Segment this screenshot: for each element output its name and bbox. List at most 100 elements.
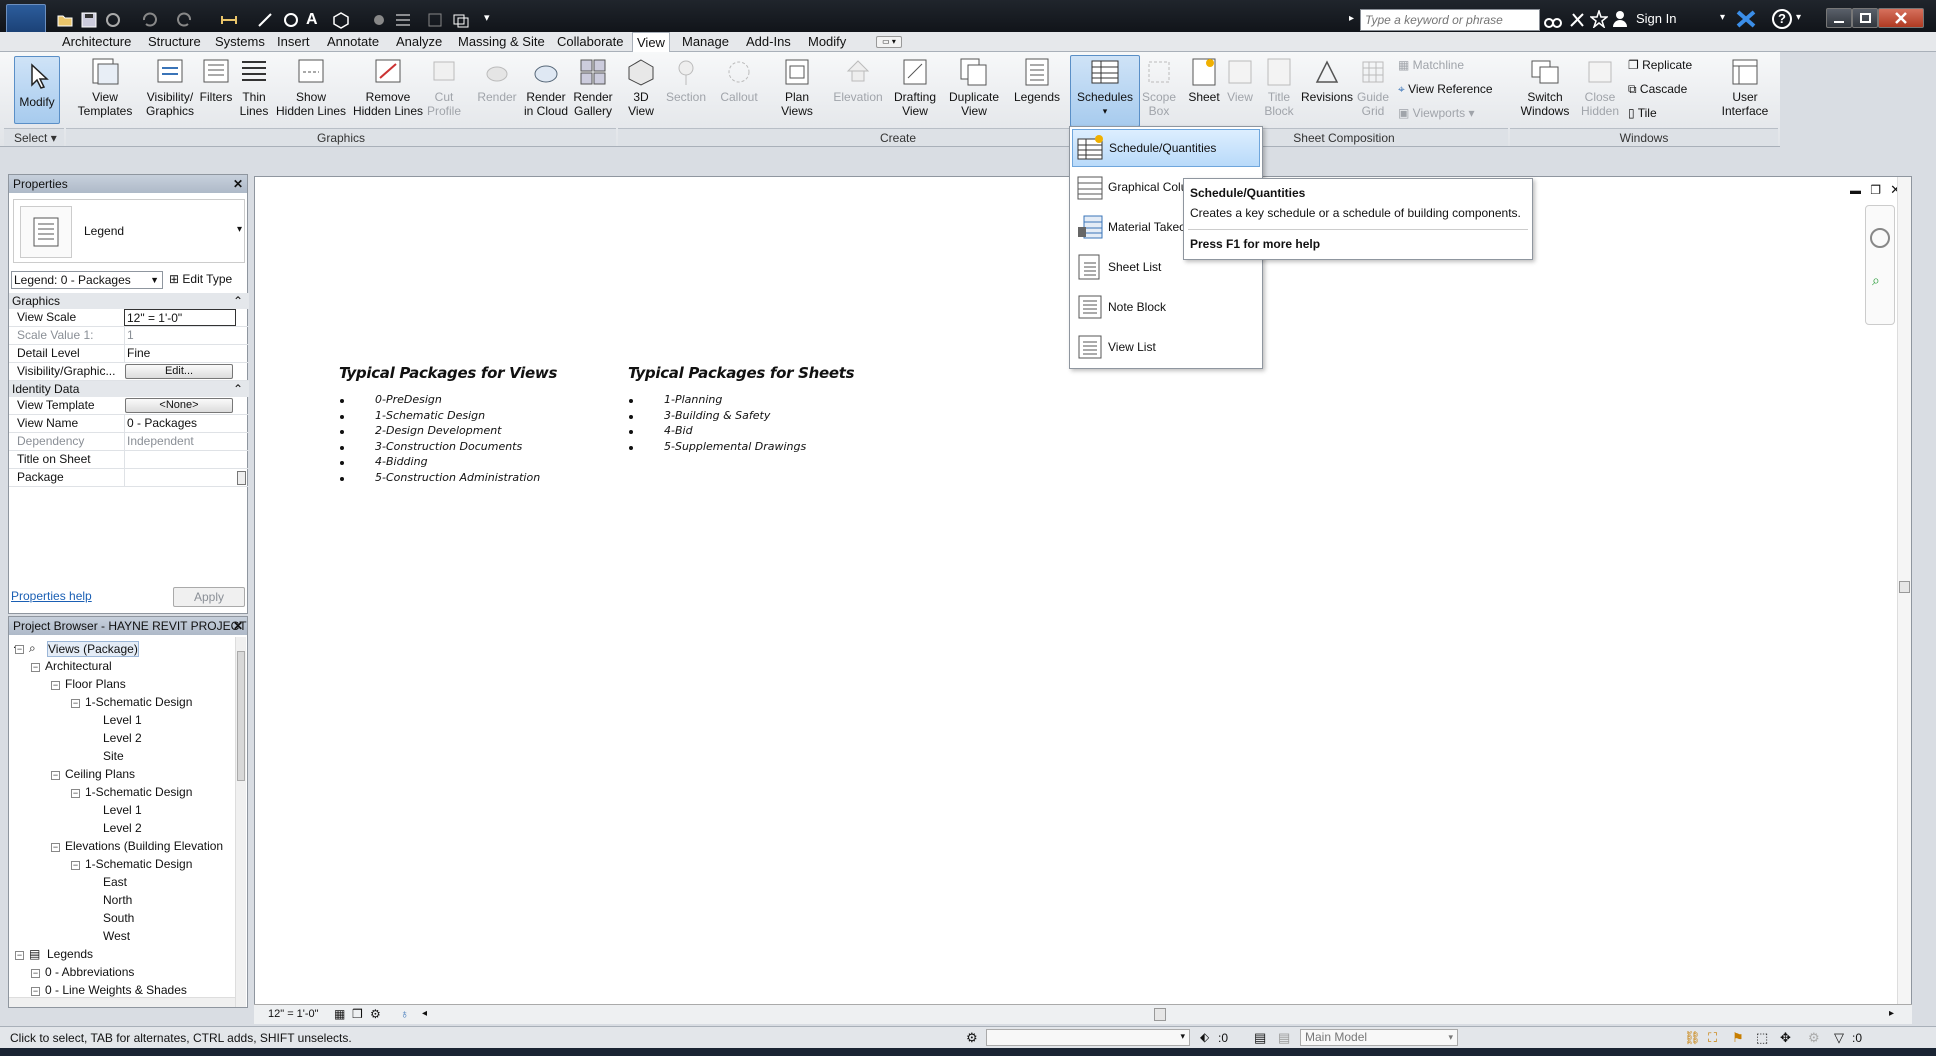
callout-button[interactable]: Callout	[716, 56, 762, 104]
worksets-icon[interactable]: ⚙	[966, 1030, 978, 1046]
select-by-face-icon[interactable]: ⬚	[1756, 1030, 1768, 1046]
canvas-vscroll-thumb[interactable]	[1899, 581, 1910, 593]
tree-toggle[interactable]: −	[71, 861, 80, 870]
tab-structure[interactable]: Structure	[144, 32, 205, 52]
legends-button[interactable]: Legends	[1014, 56, 1060, 104]
section-icon[interactable]	[370, 11, 388, 29]
tree-toggle[interactable]: −	[31, 987, 40, 996]
tab-analyze[interactable]: Analyze	[392, 32, 446, 52]
select-underlay-icon[interactable]: ⛶	[1708, 1030, 1717, 1046]
tree-toggle[interactable]: −	[31, 663, 40, 672]
drafting-view-button[interactable]: Drafting View	[890, 56, 940, 118]
redo-icon[interactable]	[176, 11, 194, 29]
tab-insert[interactable]: Insert	[273, 32, 314, 52]
chevron-down-icon[interactable]: ▾	[1720, 12, 1725, 23]
view-scale-control[interactable]: 12" = 1'-0"	[268, 1008, 319, 1020]
viewports-button[interactable]: ▣ Viewports ▾	[1398, 106, 1475, 120]
measure-icon[interactable]	[220, 11, 238, 29]
sheet-button[interactable]: Sheet	[1184, 56, 1224, 104]
matchline-button[interactable]: ▦ Matchline	[1398, 58, 1464, 72]
visual-style-icon[interactable]: ❒	[352, 1007, 363, 1021]
prop-detail-level[interactable]: Detail Level Fine	[9, 345, 249, 363]
close-icon[interactable]: ✕	[233, 175, 243, 193]
search-input[interactable]	[1360, 9, 1540, 31]
qat-customize-icon[interactable]: ▾	[484, 11, 502, 29]
browser-node[interactable]: Level 1	[103, 713, 142, 727]
select-pinned-icon[interactable]: ⚑	[1732, 1030, 1744, 1046]
canvas-hscroll-thumb[interactable]	[1154, 1008, 1166, 1021]
browser-node[interactable]: Level 1	[103, 803, 142, 817]
favorites-star-icon[interactable]	[1590, 10, 1608, 28]
browser-node[interactable]: Views (Package)	[47, 641, 139, 657]
thin-lines-button[interactable]: Thin Lines	[236, 56, 272, 118]
tree-toggle[interactable]: −	[51, 843, 60, 852]
background-process-icon[interactable]: ⚙	[1808, 1030, 1820, 1046]
guide-grid-button[interactable]: Guide Grid	[1354, 56, 1392, 118]
view-minimize-icon[interactable]: ▬	[1850, 185, 1861, 197]
edit-type-button[interactable]: ⊞ Edit Type	[169, 271, 245, 289]
workset-selector[interactable]: ▾	[986, 1029, 1190, 1046]
browser-node[interactable]: Ceiling Plans	[65, 767, 135, 781]
filters-button[interactable]: Filters	[196, 56, 236, 104]
tree-toggle[interactable]: −	[31, 969, 40, 978]
scroll-right-icon[interactable]: ▸	[1889, 1008, 1894, 1019]
browser-node[interactable]: 1-Schematic Design	[85, 695, 192, 709]
3d-view-icon[interactable]	[332, 11, 350, 29]
browser-node[interactable]: Level 2	[103, 731, 142, 745]
3d-view-button[interactable]: 3D View	[624, 56, 658, 118]
save-icon[interactable]	[80, 11, 98, 29]
select-panel-label[interactable]: Select ▾	[4, 128, 64, 146]
thin-lines-icon[interactable]	[394, 11, 412, 29]
detail-level-icon[interactable]: ▦	[334, 1007, 345, 1021]
filter-icon[interactable]: ▽	[1834, 1030, 1844, 1046]
replicate-button[interactable]: ❐ Replicate	[1628, 58, 1692, 72]
render-button[interactable]: Render	[476, 56, 518, 104]
open-icon[interactable]	[56, 11, 74, 29]
menu-note-block[interactable]: Note Block	[1072, 289, 1260, 327]
browser-node[interactable]: West	[103, 929, 130, 943]
zoom-icon[interactable]: ⌕	[1872, 272, 1888, 288]
prop-view-name[interactable]: View Name 0 - Packages	[9, 415, 249, 433]
group-identity-data[interactable]: Identity Data ⌃	[9, 381, 249, 397]
prop-package[interactable]: Package	[9, 469, 249, 487]
close-hidden-button[interactable]: Close Hidden	[1576, 56, 1624, 118]
render-in-cloud-button[interactable]: Render in Cloud	[522, 56, 570, 118]
exchange-x-icon[interactable]	[1736, 10, 1756, 28]
view-reference-button[interactable]: ⌖ View Reference	[1398, 82, 1493, 97]
canvas-vscrollbar[interactable]	[1897, 177, 1911, 1005]
tab-manage[interactable]: Manage	[678, 32, 733, 52]
view-templates-button[interactable]: View Templates	[76, 56, 134, 118]
view-restore-icon[interactable]: ❐	[1870, 183, 1881, 197]
browser-node[interactable]: North	[103, 893, 132, 907]
show-hidden-lines-button[interactable]: Show Hidden Lines	[276, 56, 346, 118]
browser-node[interactable]: Elevations (Building Elevation	[65, 839, 223, 853]
prop-title-on-sheet[interactable]: Title on Sheet	[9, 451, 249, 469]
schedules-button[interactable]: Schedules ▾	[1070, 55, 1140, 127]
ribbon-minimize-toggle[interactable]: ▭ ▾	[876, 36, 902, 48]
subscription-icon[interactable]	[1568, 11, 1586, 29]
tree-toggle[interactable]: −	[51, 681, 60, 690]
title-block-button[interactable]: Title Block	[1260, 56, 1298, 118]
editable-only-icon[interactable]: ⬖	[1200, 1030, 1209, 1044]
reveal-hidden-icon[interactable]: ♁	[400, 1007, 409, 1021]
browser-hscrollbar[interactable]	[9, 997, 235, 1007]
tab-massing-site[interactable]: Massing & Site	[454, 32, 549, 52]
scroll-left-icon[interactable]: ◂	[422, 1008, 427, 1019]
duplicate-view-button[interactable]: Duplicate View	[946, 56, 1002, 118]
group-graphics[interactable]: Graphics ⌃	[9, 293, 249, 309]
user-interface-button[interactable]: User Interface	[1720, 56, 1770, 118]
tree-toggle[interactable]: −	[15, 645, 24, 654]
sync-icon[interactable]	[104, 11, 122, 29]
browser-node[interactable]: Level 2	[103, 821, 142, 835]
tab-add-ins[interactable]: Add-Ins	[742, 32, 795, 52]
tile-button[interactable]: ▯ Tile	[1628, 106, 1657, 120]
text-icon[interactable]: A	[306, 11, 324, 29]
design-option-selector[interactable]: Main Model ▾	[1300, 1029, 1458, 1046]
modify-button[interactable]: Modify	[14, 56, 60, 124]
close-window-button[interactable]	[1878, 8, 1924, 28]
tree-toggle[interactable]: −	[71, 789, 80, 798]
design-options-dropdown-icon[interactable]: ▤	[1278, 1030, 1290, 1046]
tab-architecture[interactable]: Architecture	[58, 32, 135, 52]
browser-node[interactable]: Site	[103, 749, 124, 763]
properties-scroll-thumb[interactable]	[237, 471, 246, 485]
